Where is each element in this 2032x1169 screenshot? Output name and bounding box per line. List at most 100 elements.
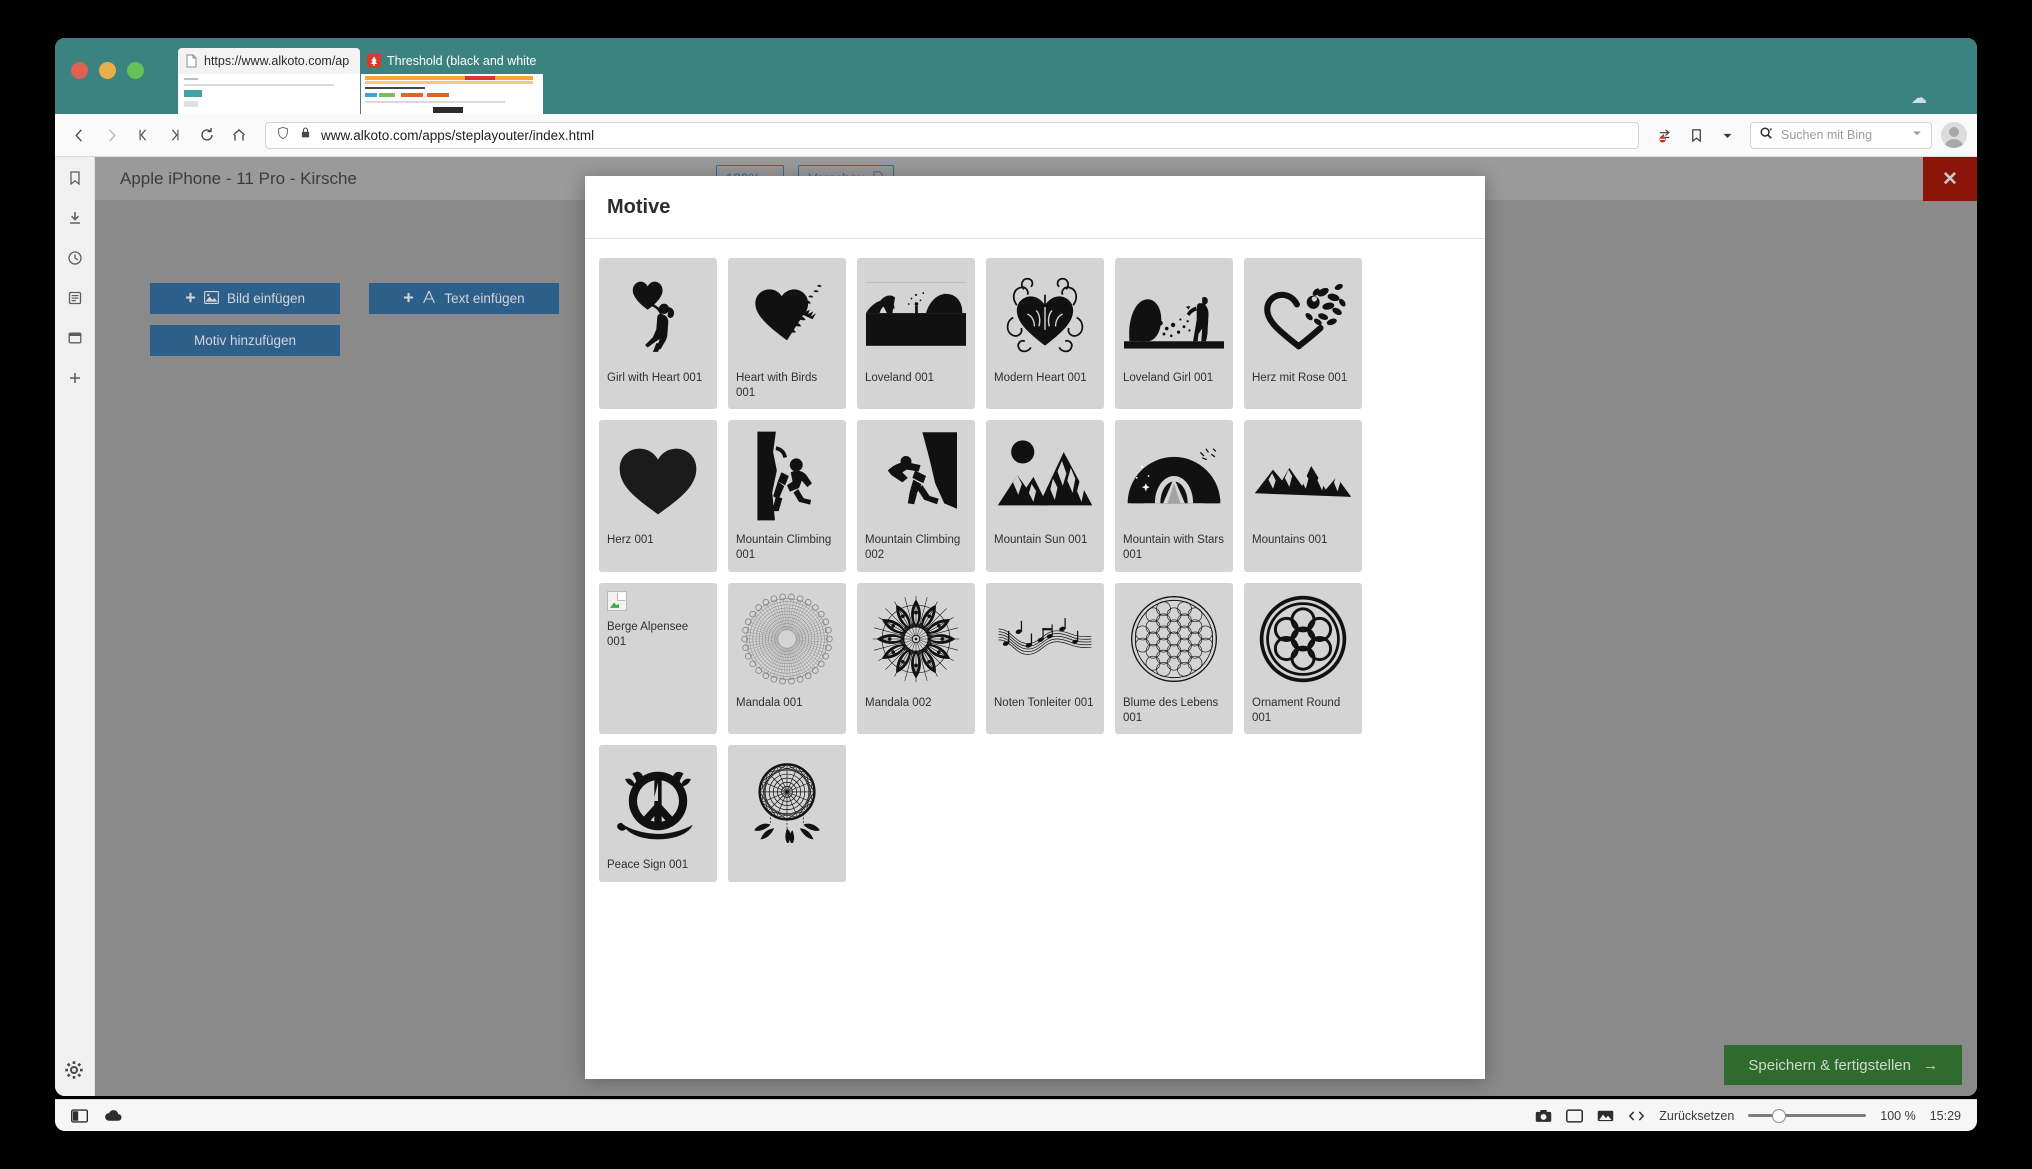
minimize-window-button[interactable]: [99, 62, 116, 79]
plus-icon: [403, 291, 414, 306]
modal-title: Motive: [607, 195, 671, 218]
url-bar[interactable]: www.alkoto.com/apps/steplayouter/index.h…: [265, 121, 1639, 149]
motive-label: Mandala 001: [736, 696, 803, 709]
cloud-icon[interactable]: [104, 1109, 123, 1122]
tree-icon: [367, 54, 381, 68]
motive-label: Mandala 002: [865, 696, 932, 709]
browser-tab-2[interactable]: Threshold (black and white: [361, 48, 543, 114]
motive-card[interactable]: Herz mit Rose 001: [1244, 258, 1362, 410]
motive-thumbnail: [736, 428, 838, 524]
motive-thumbnail: [865, 428, 967, 524]
motive-thumbnail: [994, 266, 1096, 362]
status-bar-left: [71, 1108, 123, 1123]
motive-card[interactable]: Mountain Sun 001: [986, 420, 1104, 572]
chevron-down-icon[interactable]: [1713, 121, 1741, 149]
toolbar-row-1: Bild einfügen Text einfügen: [150, 283, 559, 314]
reload-button[interactable]: [193, 121, 221, 149]
editor-toolbar: Bild einfügen Text einfügen Motiv hinzuf…: [150, 283, 559, 367]
motive-thumbnail: [607, 428, 709, 524]
browser-tab-1[interactable]: https://www.alkoto.com/ap: [178, 48, 360, 114]
motive-label: Peace Sign 001: [607, 859, 689, 872]
tab-header: https://www.alkoto.com/ap: [178, 48, 360, 74]
motive-card[interactable]: Mountains 001: [1244, 420, 1362, 572]
zoom-slider[interactable]: [1748, 1108, 1867, 1123]
motive-label: Heart with Birds 001: [736, 372, 818, 399]
motive-card[interactable]: Berge Alpensee 001: [599, 582, 717, 735]
close-window-button[interactable]: [71, 62, 88, 79]
motive-card[interactable]: Noten Tonleiter 001: [986, 582, 1104, 735]
cloud-icon[interactable]: ☁: [1911, 88, 1927, 108]
tabs-icon[interactable]: [64, 327, 86, 349]
tracking-protection-icon[interactable]: [1651, 121, 1679, 149]
search-icon: [1759, 126, 1773, 145]
forward-button[interactable]: [97, 121, 125, 149]
toolbar-right-group: Suchen mit Bing: [1651, 121, 1967, 149]
account-avatar[interactable]: [1941, 122, 1967, 148]
camera-icon[interactable]: [1535, 1109, 1552, 1123]
download-icon[interactable]: [64, 207, 86, 229]
close-editor-button[interactable]: ✕: [1923, 157, 1977, 201]
reading-list-icon[interactable]: [64, 287, 86, 309]
motive-label: Mountain Sun 001: [994, 534, 1088, 547]
window-controls[interactable]: [71, 62, 144, 79]
motive-label: Loveland Girl 001: [1123, 372, 1214, 384]
motive-card[interactable]: Mandala 002: [857, 582, 975, 735]
motive-card[interactable]: Mountain Climbing 002: [857, 420, 975, 572]
image-icon[interactable]: [1597, 1109, 1614, 1123]
motive-card[interactable]: Loveland Girl 001: [1115, 258, 1233, 410]
motive-thumbnail: [736, 753, 838, 849]
code-icon[interactable]: [1628, 1110, 1645, 1122]
back-button[interactable]: [65, 121, 93, 149]
tab-strip: https://www.alkoto.com/ap Threshold (bla…: [55, 38, 1977, 139]
motive-card[interactable]: Mountain with Stars 001: [1115, 420, 1233, 572]
url-text: www.alkoto.com/apps/steplayouter/index.h…: [321, 127, 595, 143]
motive-card[interactable]: Modern Heart 001: [986, 258, 1104, 410]
motive-card[interactable]: Ornament Round 001: [1244, 582, 1362, 735]
add-motif-button[interactable]: Motiv hinzufügen: [150, 325, 340, 356]
motive-card[interactable]: Blume des Lebens 001: [1115, 582, 1233, 735]
motive-card[interactable]: Heart with Birds 001: [728, 258, 846, 410]
window-icon[interactable]: [1566, 1108, 1584, 1123]
motive-thumbnail: [1123, 428, 1225, 524]
motive-thumbnail: [1252, 266, 1354, 362]
insert-text-button[interactable]: Text einfügen: [369, 283, 559, 314]
slider-knob[interactable]: [1772, 1108, 1787, 1123]
motive-card[interactable]: Peace Sign 001: [599, 745, 717, 883]
save-and-finish-button[interactable]: Speichern & fertigstellen →: [1724, 1045, 1962, 1085]
desktop-background: https://www.alkoto.com/ap Threshold (bla…: [0, 0, 2032, 1169]
motive-label: Mountain with Stars 001: [1123, 534, 1224, 562]
motive-thumbnail: [1252, 591, 1354, 687]
motive-thumbnail: [1123, 266, 1225, 362]
split-view-icon[interactable]: [71, 1108, 88, 1123]
motive-card[interactable]: Loveland 001: [857, 258, 975, 410]
insert-text-label: Text einfügen: [444, 291, 525, 306]
last-page-button[interactable]: [161, 121, 189, 149]
first-page-button[interactable]: [129, 121, 157, 149]
search-chevron-icon[interactable]: [1911, 126, 1923, 144]
bookmark-icon[interactable]: [64, 167, 86, 189]
plus-icon: [185, 291, 196, 306]
insert-image-button[interactable]: Bild einfügen: [150, 283, 340, 314]
arrow-right-icon: →: [1923, 1056, 1938, 1074]
gear-icon[interactable]: [64, 1060, 86, 1082]
motive-thumbnail: [736, 591, 838, 687]
motive-card[interactable]: [728, 745, 846, 883]
search-input[interactable]: Suchen mit Bing: [1750, 121, 1932, 149]
status-bar-right: Zurücksetzen 100 % 15:29: [1535, 1108, 1961, 1123]
shield-icon: [276, 126, 290, 145]
insert-image-label: Bild einfügen: [226, 291, 306, 306]
reset-label[interactable]: Zurücksetzen: [1659, 1109, 1734, 1123]
home-button[interactable]: [225, 121, 253, 149]
motive-card[interactable]: Mountain Climbing 001: [728, 420, 846, 572]
history-icon[interactable]: [64, 247, 86, 269]
broken-image-icon: [607, 590, 627, 611]
maximize-window-button[interactable]: [127, 62, 144, 79]
motive-card[interactable]: Herz 001: [599, 420, 717, 572]
motive-thumbnail: [607, 753, 709, 849]
motive-label: Mountain Climbing 001: [736, 534, 832, 562]
motive-card[interactable]: Mandala 001: [728, 582, 846, 735]
motive-card[interactable]: Girl with Heart 001: [599, 258, 717, 410]
motive-grid: Girl with Heart 001 Heart with Birds 001…: [599, 258, 1463, 883]
bookmark-icon[interactable]: [1682, 121, 1710, 149]
add-icon[interactable]: [64, 367, 86, 389]
